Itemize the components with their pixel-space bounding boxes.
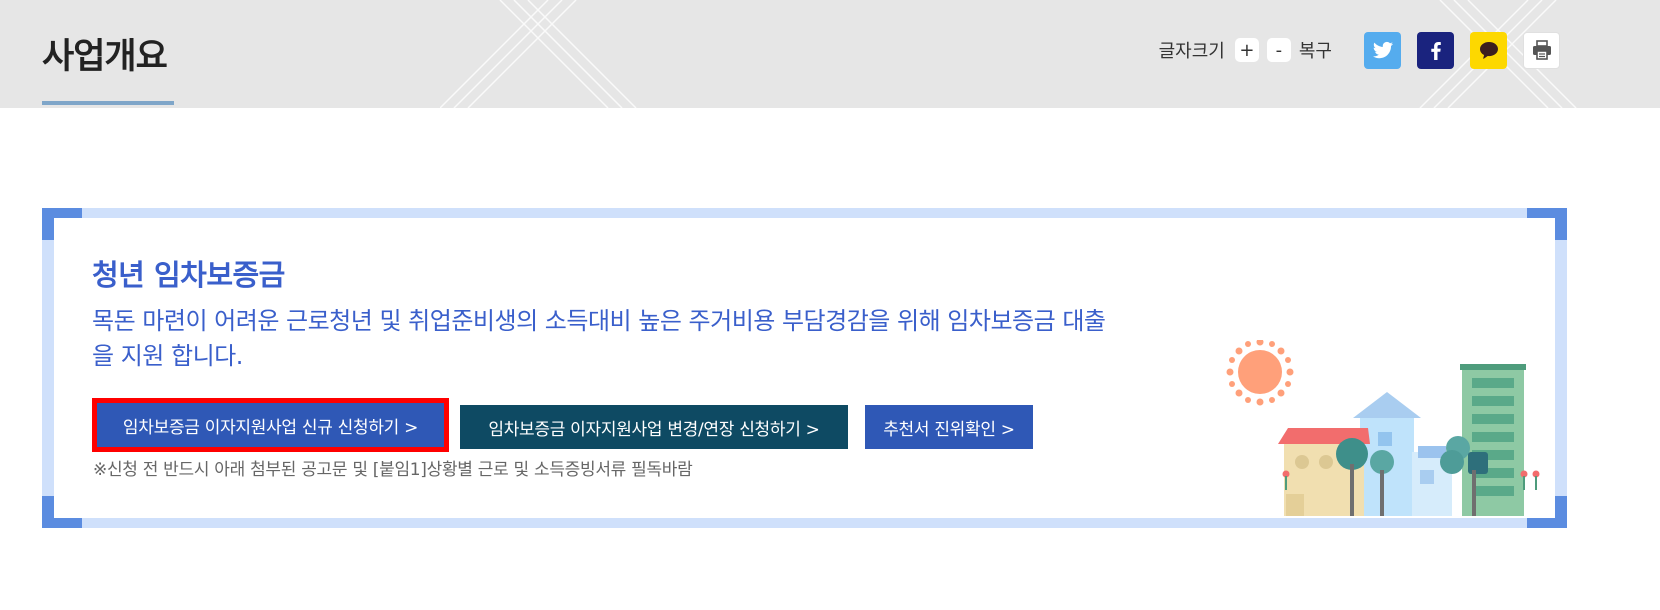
- banner-description: 목돈 마련이 어려운 근로청년 및 취업준비생의 소득대비 높은 주거비용 부담…: [92, 307, 1106, 370]
- page-header: 사업개요 글자크기 + - 복구: [0, 0, 1660, 108]
- tall-building-icon: [1460, 364, 1526, 516]
- page-title: 사업개요: [42, 37, 168, 77]
- twitter-share-button[interactable]: [1364, 31, 1401, 69]
- print-button[interactable]: [1523, 31, 1560, 69]
- title-underline: [42, 101, 174, 105]
- sun-icon: [1226, 340, 1294, 406]
- facebook-share-button[interactable]: [1417, 31, 1454, 69]
- twitter-icon: [1372, 41, 1393, 59]
- banner-corner-top-left-vertical: [42, 208, 54, 240]
- banner-corner-bottom-right-vertical: [1555, 496, 1567, 528]
- font-size-label: 글자크기: [1158, 41, 1225, 62]
- facebook-icon: [1430, 42, 1441, 60]
- page-tools: 글자크기 + - 복구: [1159, 30, 1560, 70]
- banner-corner-bottom-left-vertical: [42, 496, 54, 528]
- recommendation-verify-button[interactable]: 추천서 진위확인 >: [865, 405, 1033, 449]
- banner-title: 청년 임차보증금: [92, 258, 285, 292]
- print-icon: [1532, 40, 1551, 60]
- font-decrease-button[interactable]: -: [1266, 38, 1291, 62]
- town-illustration: [1226, 340, 1540, 516]
- font-increase-button[interactable]: +: [1234, 38, 1259, 62]
- change-extension-application-button[interactable]: 임차보증금 이자지원사업 변경/연장 신청하기 >: [460, 405, 848, 449]
- banner-corner-top-right-vertical: [1555, 208, 1567, 240]
- application-notice: ※신청 전 반드시 아래 첨부된 공고문 및 [붙임1]상황별 근로 및 소득증…: [93, 460, 693, 480]
- font-reset-button[interactable]: 복구: [1299, 37, 1332, 63]
- kakaotalk-icon: [1479, 42, 1498, 59]
- new-application-button[interactable]: 임차보증금 이자지원사업 신규 신청하기 >: [92, 398, 449, 452]
- kakaotalk-share-button[interactable]: [1470, 31, 1507, 69]
